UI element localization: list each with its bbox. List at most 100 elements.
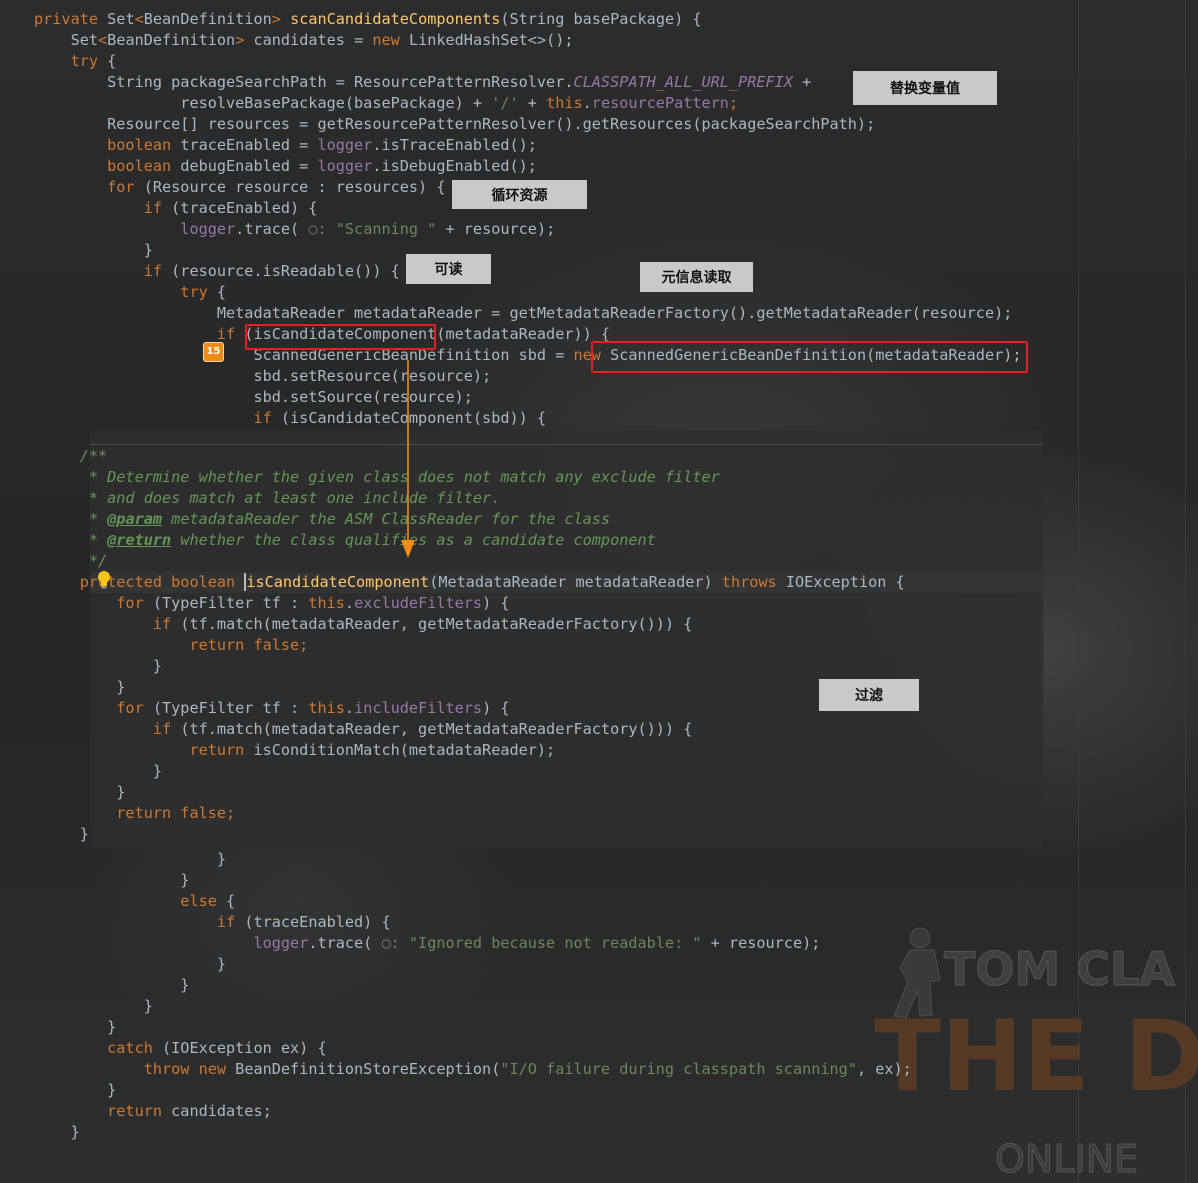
code-line[interactable]: } — [34, 1080, 116, 1101]
code-token: } — [34, 241, 153, 259]
code-token: for — [34, 594, 153, 612]
code-token: scanCandidateComponents — [290, 10, 501, 28]
code-token: + — [792, 73, 812, 91]
code-token: } — [34, 678, 126, 696]
code-line[interactable]: sbd.setResource(resource); — [34, 366, 491, 387]
popup-code-line[interactable]: } — [34, 656, 162, 677]
code-token: } — [34, 976, 190, 994]
code-line[interactable]: } — [34, 1017, 116, 1038]
annotation-meta-read: 元信息读取 — [640, 262, 753, 292]
annotation-filter: 过滤 — [819, 679, 919, 711]
code-line[interactable]: catch (IOException ex) { — [34, 1038, 327, 1059]
code-token: boolean — [34, 157, 181, 175]
code-token: (TypeFilter tf : — [152, 699, 309, 717]
annotation-replace-var: 替换变量值 — [853, 71, 997, 105]
code-line[interactable]: MetadataReader metadataReader = getMetad… — [34, 303, 1013, 324]
code-line[interactable]: } — [34, 870, 189, 891]
code-token: resolveBasePackage(basePackage) + — [34, 94, 492, 112]
code-line[interactable]: } — [34, 975, 189, 996]
popup-code-line[interactable]: */ — [34, 551, 107, 572]
code-token: { — [107, 52, 117, 70]
popup-code-line[interactable]: protected boolean isCandidateComponent(M… — [34, 572, 905, 593]
code-token: { — [216, 283, 227, 301]
code-line[interactable]: logger.trace( ○: "Ignored because not re… — [34, 933, 820, 954]
code-token: traceEnabled = — [180, 136, 318, 154]
code-line[interactable]: } — [34, 996, 153, 1017]
code-token: (MetadataReader metadataReader) — [429, 573, 722, 591]
popup-code-line[interactable]: return false; — [34, 635, 308, 656]
code-line[interactable]: String packageSearchPath = ResourcePatte… — [34, 72, 811, 93]
code-token: * — [34, 510, 108, 528]
code-token: private — [34, 10, 108, 28]
code-token: } — [34, 657, 163, 675]
code-token: catch — [34, 1039, 163, 1057]
popup-code-line[interactable]: return false; — [34, 803, 235, 824]
code-token: return — [34, 1102, 172, 1120]
code-line[interactable]: for (Resource resource : resources) { — [34, 177, 445, 198]
code-line[interactable]: } — [34, 1122, 80, 1143]
popup-code-line[interactable]: * Determine whether the given class does… — [34, 467, 720, 488]
popup-code-line[interactable]: * and does match at least one include fi… — [34, 488, 500, 509]
popup-code-line[interactable]: if (tf.match(metadataReader, getMetadata… — [34, 614, 693, 635]
code-token: throw new — [34, 1060, 236, 1078]
code-token: (tf.match(metadataReader, getMetadataRea… — [180, 720, 693, 738]
code-token: String packageSearchPath = ResourcePatte… — [34, 73, 574, 91]
code-token: + resource); — [701, 934, 821, 952]
code-line[interactable]: else { — [34, 891, 235, 912]
popup-code-line[interactable]: } — [34, 824, 89, 845]
popup-code-line[interactable]: * @param metadataReader the ASM ClassRea… — [34, 509, 610, 530]
code-token: logger — [34, 220, 236, 238]
lightbulb-icon[interactable] — [96, 570, 112, 590]
code-token: (IOException ex) { — [162, 1039, 327, 1057]
code-token: { — [226, 892, 236, 910]
code-token: if — [34, 615, 181, 633]
popup-code-line[interactable]: } — [34, 782, 125, 803]
code-line[interactable]: if (traceEnabled) { — [34, 198, 318, 219]
code-token: . — [344, 594, 355, 612]
code-token: if — [34, 262, 172, 280]
code-token: if — [34, 720, 181, 738]
code-line[interactable]: if (isCandidateComponent(sbd)) { — [34, 408, 546, 429]
code-token: boolean — [34, 136, 181, 154]
code-line[interactable]: try { — [34, 282, 226, 303]
code-line[interactable]: resolveBasePackage(basePackage) + '/' + … — [34, 93, 738, 114]
code-line[interactable]: throw new BeanDefinitionStoreException("… — [34, 1059, 912, 1080]
code-token: ○: — [381, 934, 409, 952]
code-token: for — [34, 699, 153, 717]
code-token: } — [34, 955, 227, 973]
code-line[interactable]: if (resource.isReadable()) { — [34, 261, 400, 282]
code-line[interactable]: Resource[] resources = getResourcePatter… — [34, 114, 875, 135]
code-token: } — [34, 997, 153, 1015]
code-line[interactable]: logger.trace( ○: "Scanning " + resource)… — [34, 219, 555, 240]
popup-code-line[interactable]: * @return whether the class qualifies as… — [34, 530, 656, 551]
code-line[interactable]: boolean debugEnabled = logger.isDebugEna… — [34, 156, 537, 177]
annotation-loop-resources: 循环资源 — [452, 180, 587, 209]
code-token: this — [546, 94, 583, 112]
code-token: } — [34, 1081, 117, 1099]
code-line[interactable]: } — [34, 849, 226, 870]
code-token: (Resource resource : resources) { — [143, 178, 446, 196]
code-token: debugEnabled = — [180, 157, 318, 175]
background-wallpaper-logo: TOM CLA THE DIV ONLINE — [874, 927, 1198, 1182]
code-token: } — [34, 850, 227, 868]
code-line[interactable]: } — [34, 954, 226, 975]
code-token: > — [235, 31, 254, 49]
code-line[interactable]: } — [34, 240, 153, 261]
popup-code-line[interactable]: for (TypeFilter tf : this.includeFilters… — [34, 698, 509, 719]
popup-code-line[interactable]: if (tf.match(metadataReader, getMetadata… — [34, 719, 693, 740]
code-line[interactable]: return candidates; — [34, 1101, 272, 1122]
code-line[interactable]: if (traceEnabled) { — [34, 912, 391, 933]
popup-code-line[interactable]: return isConditionMatch(metadataReader); — [34, 740, 555, 761]
code-token: excludeFilters — [354, 594, 483, 612]
code-line[interactable]: private Set<BeanDefinition> scanCandidat… — [34, 9, 702, 30]
popup-code-line[interactable]: } — [34, 677, 125, 698]
code-line[interactable]: boolean traceEnabled = logger.isTraceEna… — [34, 135, 537, 156]
popup-code-line[interactable]: } — [34, 761, 162, 782]
code-token: , ex); — [856, 1060, 912, 1078]
popup-code-line[interactable]: /** — [34, 446, 107, 467]
code-line[interactable]: Set<BeanDefinition> candidates = new Lin… — [34, 30, 574, 51]
popup-code-line[interactable]: for (TypeFilter tf : this.excludeFilters… — [34, 593, 509, 614]
breakpoint-badge[interactable]: 15 — [203, 342, 224, 362]
code-line[interactable]: try { — [34, 51, 117, 72]
code-token: ; — [728, 94, 739, 112]
